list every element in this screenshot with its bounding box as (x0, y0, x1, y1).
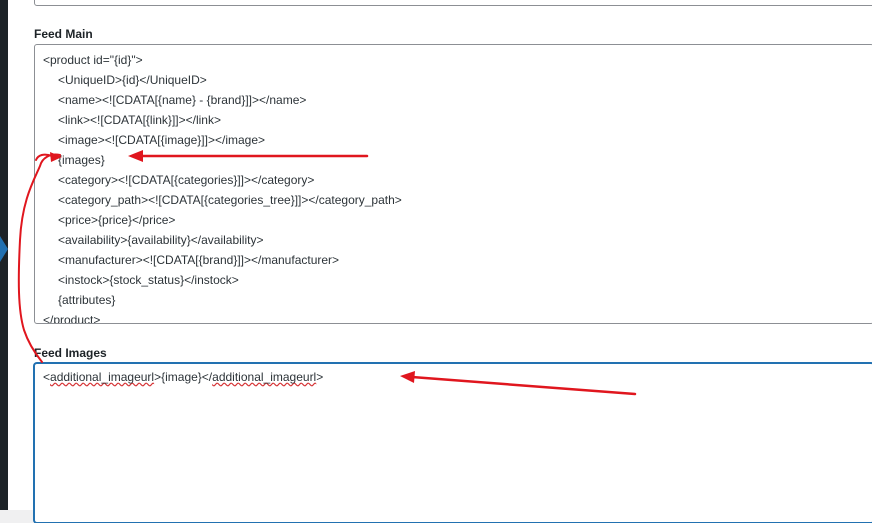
code-line: {attributes} (58, 293, 116, 307)
code-segment: >{image}</ (154, 370, 213, 384)
feed-images-textarea[interactable]: <additional_imageurl>{image}</additional… (34, 363, 872, 523)
feed-main-code: <product id="{id}"> <UniqueID>{id}</Uniqu… (43, 50, 402, 324)
code-line: <category_path><![CDATA[{categories_tree… (58, 193, 402, 207)
misspelled-word: additional_imageurl (212, 370, 317, 384)
feed-images-label: Feed Images (34, 346, 107, 360)
previous-field[interactable] (34, 0, 872, 6)
feed-main-textarea[interactable]: <product id="{id}"> <UniqueID>{id}</Uniqu… (34, 44, 872, 324)
code-line: <product id="{id}"> (43, 53, 143, 67)
code-segment: < (43, 370, 51, 384)
code-segment: > (316, 370, 324, 384)
code-line: <category><![CDATA[{categories}]]></cate… (58, 173, 315, 187)
admin-sidebar-edge (0, 0, 8, 510)
misspelled-word: additional_imageurl (50, 370, 155, 384)
code-line: <name><![CDATA[{name} - {brand}]]></name… (58, 93, 307, 107)
feed-main-label: Feed Main (34, 27, 93, 41)
code-line: <UniqueID>{id}</UniqueID> (58, 73, 207, 87)
feed-images-code: <additional_imageurl>{image}</additional… (43, 368, 323, 386)
code-line: <instock>{stock_status}</instock> (58, 273, 239, 287)
code-line: <availability>{availability}</availabili… (58, 233, 264, 247)
active-menu-indicator (0, 236, 8, 262)
code-line: <link><![CDATA[{link}]]></link> (58, 113, 221, 127)
code-line: <manufacturer><![CDATA[{brand}]]></manuf… (58, 253, 340, 267)
code-line: </product> (43, 313, 101, 324)
code-line: {images} (58, 153, 105, 167)
code-line: <image><![CDATA[{image}]]></image> (58, 133, 266, 147)
code-line: <price>{price}</price> (58, 213, 176, 227)
